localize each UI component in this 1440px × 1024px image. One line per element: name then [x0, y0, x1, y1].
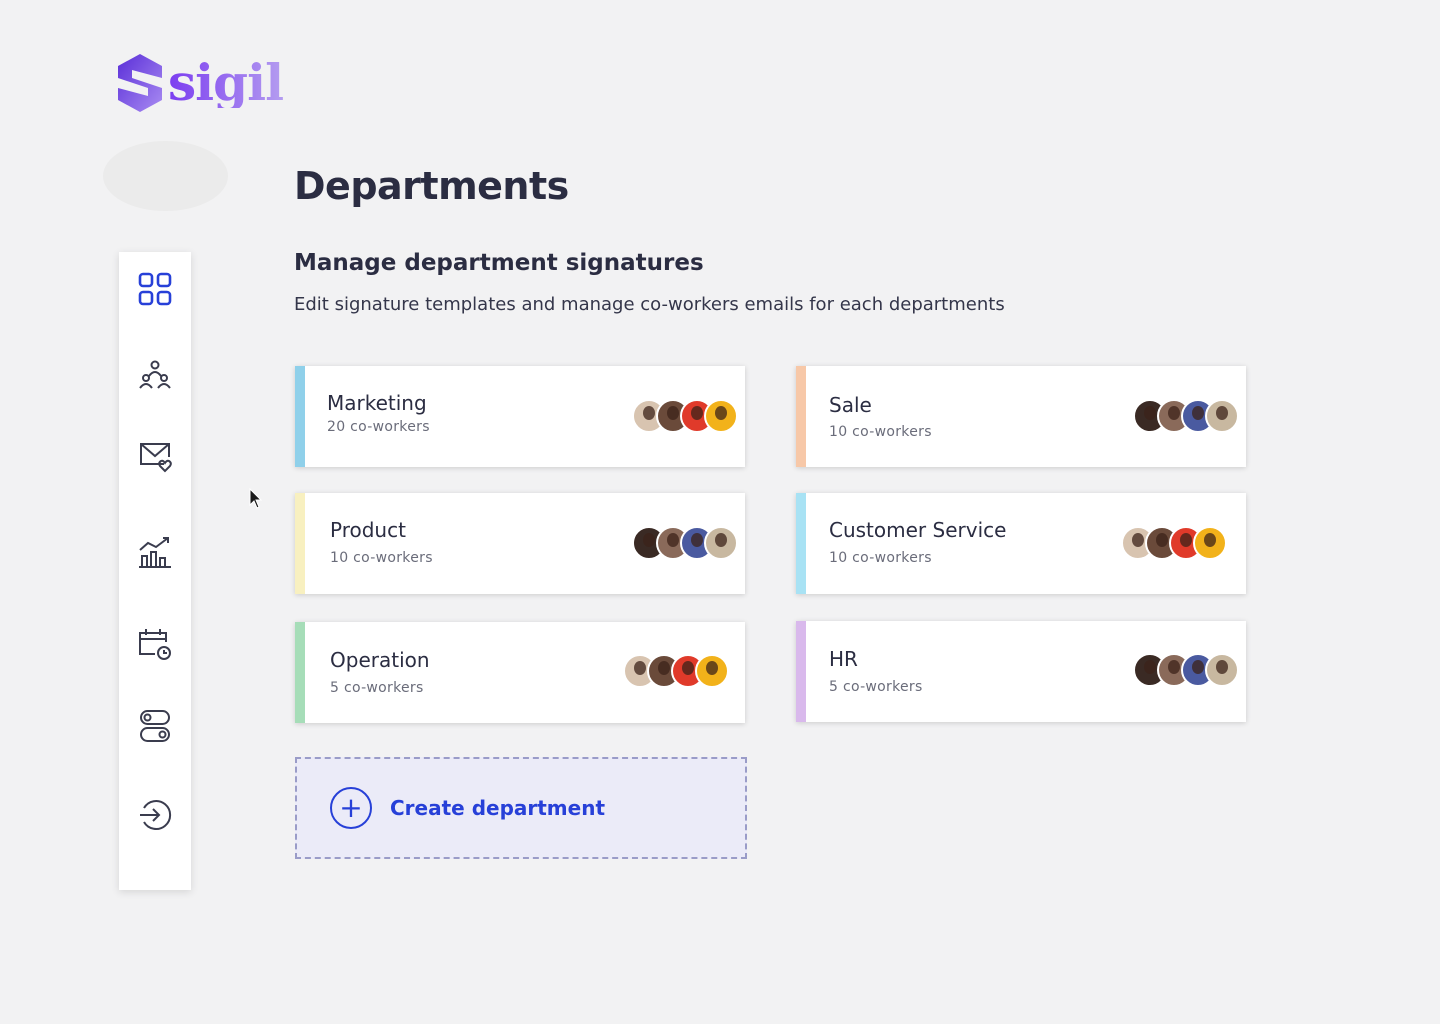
department-name: Marketing [327, 391, 427, 415]
analytics-chart-icon [139, 537, 171, 568]
department-card-hr[interactable]: HR 5 co-workers [796, 621, 1246, 722]
plus-circle-icon: + [330, 787, 372, 829]
department-card-product[interactable]: Product 10 co-workers [295, 493, 745, 594]
avatar [1205, 399, 1239, 433]
department-coworker-count: 5 co-workers [829, 679, 923, 695]
mouse-cursor-icon [249, 488, 263, 509]
sidebar [119, 252, 191, 890]
avatar [704, 399, 738, 433]
team-people-icon [139, 360, 171, 389]
sidebar-item-analytics[interactable] [137, 534, 173, 570]
coworker-avatars [1133, 653, 1239, 687]
create-department-label: Create department [390, 796, 606, 820]
calendar-clock-icon [139, 629, 171, 660]
department-name: Operation [330, 648, 430, 672]
department-name: Customer Service [829, 518, 1007, 542]
avatar [1205, 653, 1239, 687]
department-card-operation[interactable]: Operation 5 co-workers [295, 622, 745, 723]
sidebar-item-logout[interactable] [137, 797, 173, 833]
coworker-avatars [632, 399, 738, 433]
avatar [1193, 526, 1227, 560]
department-coworker-count: 20 co-workers [327, 419, 430, 435]
department-name: Sale [829, 393, 872, 417]
settings-toggle-icon [140, 710, 170, 742]
avatar [695, 654, 729, 688]
sigil-wordmark: sigil [168, 53, 284, 112]
department-coworker-count: 10 co-workers [829, 550, 932, 566]
sidebar-item-signatures[interactable] [137, 438, 173, 474]
coworker-avatars [1133, 399, 1239, 433]
mail-heart-icon [140, 443, 172, 473]
sidebar-item-schedule[interactable] [137, 626, 173, 662]
avatar [704, 526, 738, 560]
department-card-marketing[interactable]: Marketing 20 co-workers [295, 366, 745, 467]
department-card-customer-service[interactable]: Customer Service 10 co-workers [796, 493, 1246, 594]
coworker-avatars [632, 526, 738, 560]
department-coworker-count: 10 co-workers [330, 550, 433, 566]
sidebar-item-team[interactable] [137, 356, 173, 392]
sigil-logo[interactable]: sigil [114, 50, 284, 116]
department-coworker-count: 10 co-workers [829, 424, 932, 440]
coworker-avatars [1121, 526, 1227, 560]
department-name: HR [829, 647, 858, 671]
user-avatar-placeholder [103, 141, 228, 211]
department-card-sale[interactable]: Sale 10 co-workers [796, 366, 1246, 467]
page-title: Departments [294, 164, 569, 208]
coworker-avatars [623, 654, 729, 688]
department-name: Product [330, 518, 406, 542]
dashboard-grid-icon [138, 272, 172, 306]
section-description: Edit signature templates and manage co-w… [294, 294, 1005, 315]
department-coworker-count: 5 co-workers [330, 680, 424, 696]
section-title: Manage department signatures [294, 250, 704, 276]
sidebar-item-settings[interactable] [137, 708, 173, 744]
logout-icon [140, 800, 172, 830]
sigil-logo-mark-icon [118, 54, 162, 112]
create-department-button[interactable]: + Create department [295, 757, 747, 859]
sidebar-item-dashboard[interactable] [137, 271, 173, 307]
